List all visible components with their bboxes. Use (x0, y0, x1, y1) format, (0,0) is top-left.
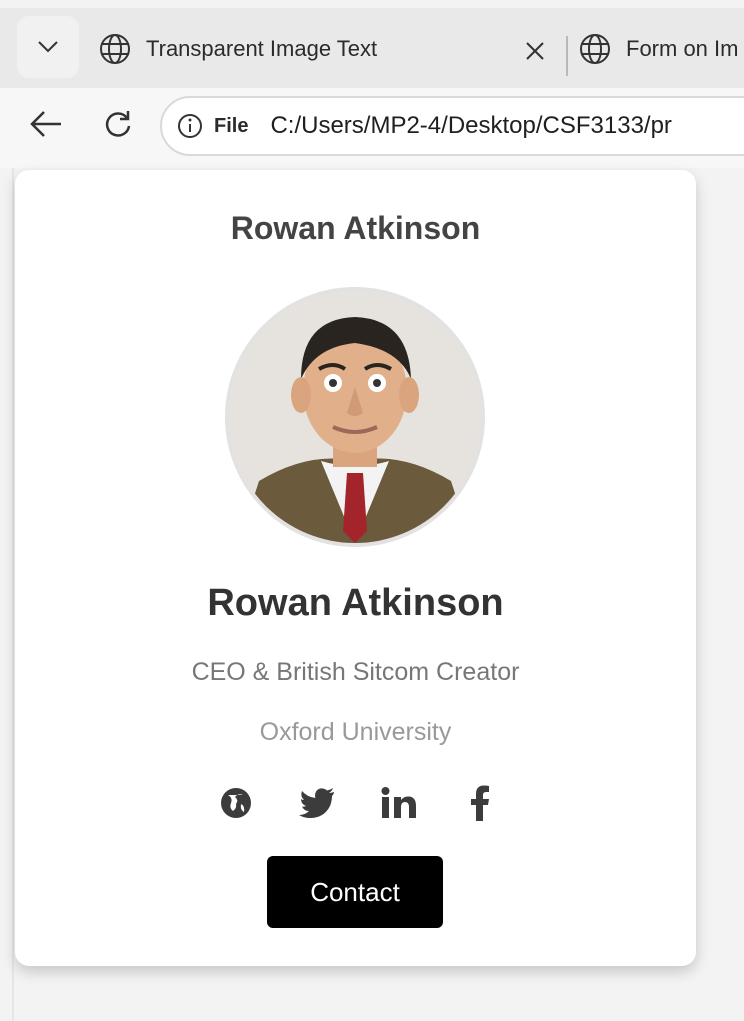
tab-transparent-image-text[interactable]: Transparent Image Text (98, 16, 568, 82)
profile-name: Rowan Atkinson (207, 582, 504, 624)
address-bar[interactable]: File C:/Users/MP2-4/Desktop/CSF3133/pr (160, 96, 744, 156)
twitter-link[interactable] (294, 780, 340, 826)
profile-photo (229, 291, 481, 543)
globe-icon (221, 788, 251, 818)
back-button[interactable] (24, 102, 68, 146)
reload-button[interactable] (96, 102, 140, 146)
tab-separator (566, 36, 568, 76)
browser-toolbar: File C:/Users/MP2-4/Desktop/CSF3133/pr (0, 88, 744, 168)
info-icon[interactable] (176, 112, 204, 140)
linkedin-link[interactable] (376, 780, 422, 826)
tab-close-button[interactable] (518, 34, 552, 68)
profile-card: Rowan Atkinson Rowan Atkinson CEO & Brit… (15, 170, 696, 966)
profile-title: CEO & British Sitcom Creator (191, 658, 520, 686)
browser-window: Transparent Image Text Form on Im File C… (0, 0, 744, 1021)
tab-title: Form on Im (626, 36, 739, 61)
twitter-icon (299, 788, 335, 818)
linkedin-icon (381, 787, 416, 818)
tab-strip: Transparent Image Text Form on Im (0, 8, 744, 88)
website-link[interactable] (213, 780, 259, 826)
tab-form-on-image[interactable]: Form on Im (578, 16, 744, 82)
profile-school: Oxford University (259, 718, 452, 746)
arrow-left-icon (30, 111, 61, 137)
card-header-title: Rowan Atkinson (230, 210, 481, 246)
globe-icon (580, 34, 610, 64)
page-edge (12, 168, 14, 1021)
page-viewport: Rowan Atkinson Rowan Atkinson CEO & Brit… (0, 168, 744, 1021)
url-text[interactable]: C:/Users/MP2-4/Desktop/CSF3133/pr (270, 112, 671, 140)
reload-icon (105, 111, 131, 137)
facebook-icon (470, 785, 489, 821)
facebook-link[interactable] (457, 780, 503, 826)
globe-icon (100, 34, 130, 64)
close-icon (526, 42, 544, 60)
chevron-down-icon (38, 41, 58, 53)
contact-button[interactable]: Contact (267, 856, 443, 928)
social-links (213, 780, 503, 826)
tab-search-button[interactable] (17, 16, 79, 78)
site-info-label: File (214, 114, 249, 137)
avatar (229, 291, 481, 543)
tab-title: Transparent Image Text (146, 36, 378, 61)
